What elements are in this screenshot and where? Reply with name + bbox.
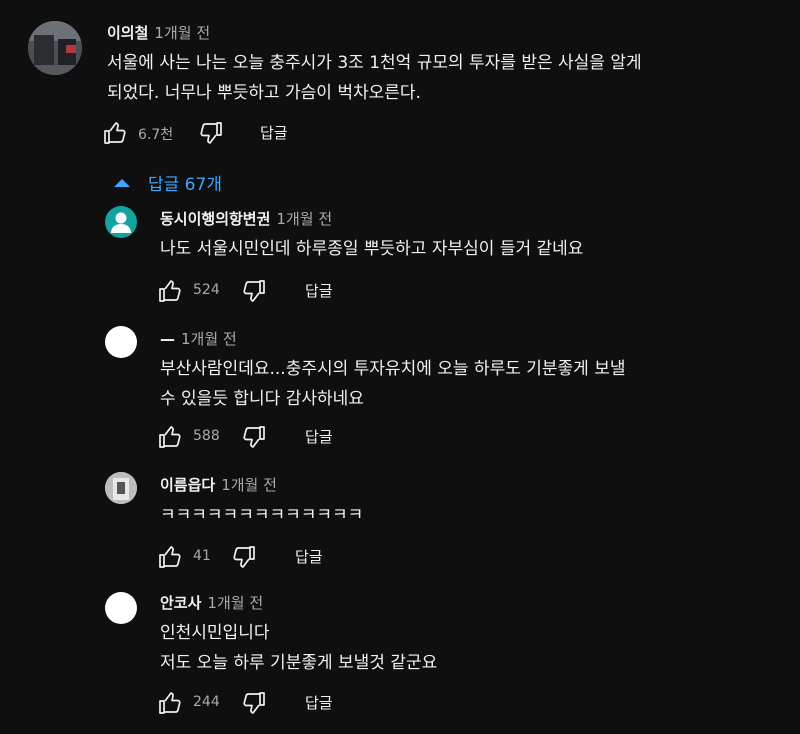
avatar[interactable] [105,206,137,238]
like-button[interactable] [157,278,183,304]
avatar[interactable] [105,592,137,624]
reply-time[interactable]: 1개월 전 [276,210,332,228]
reply-time[interactable]: 1개월 전 [181,330,237,348]
dislike-button[interactable] [241,424,267,450]
reply-actions: 588 답글 [155,422,455,452]
reply-author[interactable]: 동시이행의항변권 [160,210,270,228]
dislike-button[interactable] [231,544,257,570]
comment-author[interactable]: 이의철 [107,24,148,42]
thumbs-down-icon [233,546,255,568]
thumbs-up-icon [104,122,126,144]
main-comment: 이의철 1개월 전 서울에 사는 나는 오늘 충주시가 3조 1천억 규모의 투자… [0,0,800,160]
reply-button[interactable]: 답글 [295,546,323,567]
reply-button[interactable]: 답글 [260,122,288,143]
reply-time[interactable]: 1개월 전 [207,594,263,612]
reply-comment: 이름읍다 1개월 전 ㅋㅋㅋㅋㅋㅋㅋㅋㅋㅋㅋㅋㅋ 41 답글 [0,464,800,584]
reply-comment: 동시이행의항변권 1개월 전 나도 서울시민인데 하루종일 뿌듯하고 자부심이 들… [0,198,800,318]
like-button[interactable] [157,424,183,450]
reply-button[interactable]: 답글 [305,692,333,713]
thumbs-down-icon [243,280,265,302]
thumbs-down-icon [243,426,265,448]
avatar[interactable] [28,21,82,75]
like-count: 588 [193,428,220,444]
reply-actions: 244 답글 [155,688,455,718]
thumbs-up-icon [159,426,181,448]
like-count: 41 [193,548,211,564]
thumbs-down-icon [200,122,222,144]
reply-comment: 안코사 1개월 전 인천시민입니다 저도 오늘 하루 기분좋게 보낼것 같군요 2… [0,584,800,734]
caret-up-icon [114,179,130,187]
avatar[interactable] [105,472,137,504]
thumbs-up-icon [159,546,181,568]
reply-time[interactable]: 1개월 전 [221,476,277,494]
like-count: 524 [193,282,220,298]
reply-author[interactable]: 안코사 [160,594,201,612]
reply-author[interactable]: 이름읍다 [160,476,215,494]
reply-text: ㅋㅋㅋㅋㅋㅋㅋㅋㅋㅋㅋㅋㅋ [160,505,364,525]
replies-toggle-label: 답글 67개 [148,175,222,195]
reply-button[interactable]: 답글 [305,280,333,301]
like-button[interactable] [102,120,128,146]
reply-text: 인천시민입니다 저도 오늘 하루 기분좋게 보낼것 같군요 [160,623,438,673]
comment-time[interactable]: 1개월 전 [154,24,210,42]
reply-button[interactable]: 답글 [305,426,333,447]
comment-text: 서울에 사는 나는 오늘 충주시가 3조 1천억 규모의 투자를 받은 사실을 … [107,53,642,103]
thumbs-up-icon [159,692,181,714]
thumbs-down-icon [243,692,265,714]
reply-text: 나도 서울시민인데 하루종일 뿌듯하고 자부심이 들거 같네요 [160,239,584,259]
like-count: 244 [193,694,220,710]
dislike-button[interactable] [241,278,267,304]
avatar-photo-icon [28,21,82,75]
like-button[interactable] [157,690,183,716]
reply-comment: — 1개월 전 부산사람인데요...충주시의 투자유치에 오늘 하루도 기분좋게 … [0,318,800,458]
dislike-button[interactable] [198,120,224,146]
comment-actions: 6.7천 답글 [100,118,400,148]
reply-text: 부산사람인데요...충주시의 투자유치에 오늘 하루도 기분좋게 보낼 수 있을… [160,359,626,409]
thumbs-up-icon [159,280,181,302]
like-button[interactable] [157,544,183,570]
reply-actions: 41 답글 [155,542,455,572]
reply-author[interactable]: — [160,330,175,348]
dislike-button[interactable] [241,690,267,716]
person-icon [111,212,131,233]
avatar-photo-icon [105,472,137,504]
like-count: 6.7천 [138,127,174,143]
reply-actions: 524 답글 [155,276,455,306]
avatar[interactable] [105,326,137,358]
